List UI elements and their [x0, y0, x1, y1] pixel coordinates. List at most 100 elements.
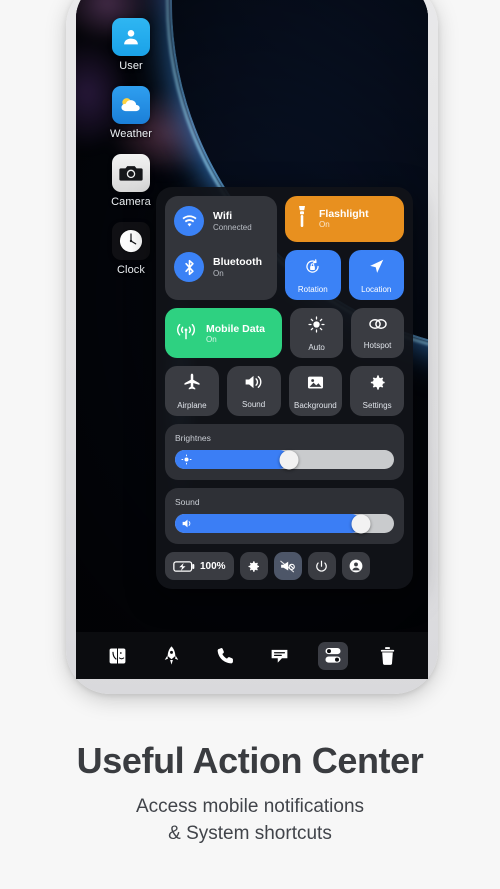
- wifi-icon: [174, 206, 204, 236]
- toggles-icon: [325, 648, 341, 663]
- hotspot-icon: [367, 316, 389, 337]
- bluetooth-title: Bluetooth: [213, 255, 262, 268]
- tile-label: Rotation: [297, 284, 328, 294]
- sound-slider-label: Sound: [175, 497, 200, 507]
- megaphone-mute-icon: [280, 560, 295, 572]
- phone-icon: [217, 648, 233, 664]
- toggle-rotation[interactable]: Rotation: [285, 250, 341, 300]
- toggle-location[interactable]: Location: [348, 250, 404, 300]
- control-center-right-column: Flashlight On Rotation Location: [285, 196, 404, 300]
- brightness-auto-icon: [307, 315, 326, 339]
- sound-slider-knob[interactable]: [351, 514, 371, 533]
- dock-finder-button[interactable]: [102, 642, 132, 670]
- promo-subtitle-line-1: Access mobile notifications: [135, 796, 365, 817]
- account-icon: [349, 559, 362, 573]
- flashlight-status: On: [319, 220, 330, 230]
- location-arrow-icon: [367, 257, 386, 281]
- weather-icon: [112, 86, 150, 124]
- page-title: Useful Action Center: [76, 740, 424, 781]
- tile-label: Auto: [308, 342, 325, 352]
- image-icon: [306, 373, 325, 397]
- flashlight-icon: [294, 205, 310, 234]
- action-power-button[interactable]: [307, 552, 336, 580]
- phone-dock: [76, 632, 428, 679]
- action-account-button[interactable]: [341, 552, 370, 580]
- toggle-hotspot[interactable]: Hotspot: [351, 308, 404, 358]
- tile-label: Sound: [242, 400, 266, 409]
- dock-launchpad-button[interactable]: [156, 642, 186, 670]
- brightness-slider-knob[interactable]: [279, 450, 299, 469]
- app-label: Weather: [109, 128, 153, 140]
- control-center-row-bottom: Airplane Sound Background Settings: [165, 366, 404, 416]
- dock-message-button[interactable]: [264, 642, 294, 670]
- control-center-panel: Wifi Connected Bluetooth On Flashlight O…: [156, 187, 413, 589]
- wifi-title: Wifi: [213, 209, 233, 222]
- toggle-bluetooth[interactable]: Bluetooth On: [174, 252, 268, 282]
- battery-status[interactable]: 100%: [165, 552, 234, 580]
- control-center-row-middle: Mobile Data On Auto Hotspot: [165, 308, 404, 358]
- tile-label: Settings: [362, 400, 392, 410]
- battery-percent: 100%: [200, 560, 226, 572]
- speaker-icon: [243, 373, 264, 396]
- app-icon-user[interactable]: User: [96, 18, 166, 72]
- app-icon-weather[interactable]: Weather: [96, 86, 166, 140]
- toggle-auto-brightness[interactable]: Auto: [290, 308, 344, 358]
- app-label: User: [119, 60, 143, 72]
- dock-control-center-button[interactable]: [318, 641, 348, 670]
- bluetooth-text: Bluetooth On: [213, 256, 262, 278]
- toggle-mobile-data[interactable]: Mobile Data On: [165, 308, 283, 358]
- gear-icon: [248, 560, 260, 572]
- promo-caption: Useful Action Center Access mobile notif…: [0, 740, 500, 848]
- wifi-text: Wifi Connected: [213, 210, 252, 232]
- airplane-icon: [182, 372, 202, 397]
- brightness-slider-fill: [175, 450, 289, 469]
- sound-slider[interactable]: [175, 514, 394, 533]
- toggle-background[interactable]: Background: [288, 366, 343, 416]
- bluetooth-status: On: [213, 268, 224, 278]
- rocket-icon: [164, 646, 178, 665]
- promo-subtitle: Access mobile notifications & System sho…: [0, 794, 500, 848]
- control-center-row-top: Wifi Connected Bluetooth On Flashlight O…: [165, 196, 404, 300]
- flashlight-text: Flashlight On: [319, 208, 369, 229]
- finder-icon: [109, 648, 125, 663]
- tile-label: Airplane: [177, 401, 207, 410]
- battery-charging-icon: [173, 560, 195, 572]
- rotation-lock-icon: [303, 257, 322, 281]
- brightness-icon: [181, 454, 192, 465]
- control-center-tile-pair: Rotation Location: [285, 250, 404, 300]
- volume-icon: [182, 519, 191, 528]
- dock-trash-button[interactable]: [372, 642, 402, 670]
- sound-slider-card: Sound: [165, 488, 404, 544]
- brightness-slider-label: Brightnes: [175, 433, 211, 443]
- brightness-slider[interactable]: [175, 450, 394, 469]
- mobile-data-title: Mobile Data: [206, 322, 265, 335]
- mobile-data-icon: [175, 321, 197, 346]
- gear-icon: [368, 373, 387, 397]
- message-icon: [271, 649, 287, 663]
- power-icon: [316, 560, 327, 572]
- promo-subtitle-line-2: & System shortcuts: [168, 822, 332, 844]
- tile-label: Hotspot: [363, 341, 392, 350]
- action-silent-mode-button[interactable]: [273, 552, 302, 580]
- connectivity-card: Wifi Connected Bluetooth On: [165, 196, 277, 300]
- tile-label: Background: [294, 400, 337, 410]
- user-icon: [112, 18, 150, 56]
- sound-slider-fill: [175, 514, 362, 533]
- promo-screenshot: User Weather Camera Clock Wifi Connected…: [0, 0, 500, 889]
- control-center-action-row: 100%: [165, 552, 404, 580]
- flashlight-title: Flashlight: [319, 208, 369, 221]
- toggle-settings[interactable]: Settings: [350, 366, 404, 416]
- dock-phone-button[interactable]: [210, 642, 240, 670]
- action-settings-button[interactable]: [239, 552, 268, 580]
- wifi-status: Connected: [213, 222, 252, 232]
- brightness-slider-card: Brightnes: [165, 424, 404, 480]
- toggle-wifi[interactable]: Wifi Connected: [174, 206, 268, 236]
- camera-icon: [112, 154, 150, 192]
- bluetooth-icon: [174, 252, 204, 282]
- toggle-sound[interactable]: Sound: [226, 366, 281, 416]
- trash-icon: [380, 646, 394, 665]
- toggle-flashlight[interactable]: Flashlight On: [285, 196, 404, 242]
- toggle-airplane[interactable]: Airplane: [165, 366, 219, 416]
- mobile-data-text: Mobile Data On: [206, 323, 265, 344]
- clock-icon: [112, 222, 150, 260]
